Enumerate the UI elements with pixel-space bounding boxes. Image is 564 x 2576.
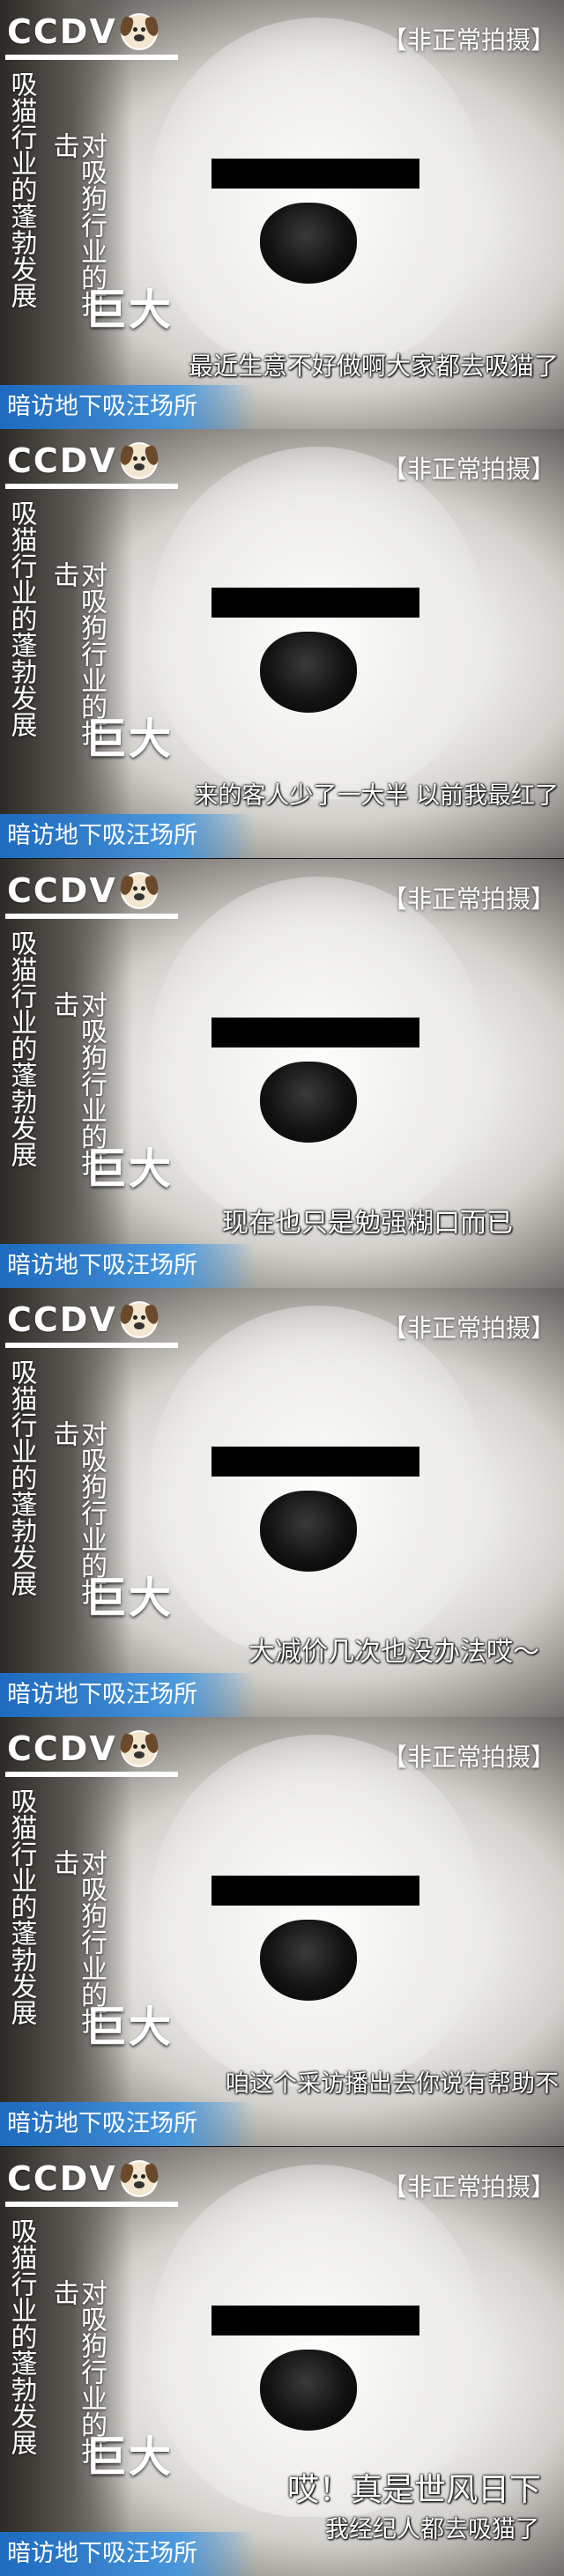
ccdv-logo: CCDV xyxy=(7,1300,160,1339)
dog-nose xyxy=(260,1061,357,1143)
dog-face-icon xyxy=(117,15,160,48)
vertical-caption-left: 吸猫行业的蓬勃发展 xyxy=(5,2217,37,2455)
abnormal-shooting-tag: 【非正常拍摄】 xyxy=(382,1314,555,1343)
ccdv-logo: CCDV xyxy=(7,12,160,51)
ccdv-logo: CCDV xyxy=(7,1729,160,1769)
dog-head xyxy=(150,18,485,370)
subtitle-line-2: 我经纪人都去吸猫了 xyxy=(325,2515,539,2543)
bottom-caption-bar: 暗访地下吸汪场所 xyxy=(0,2102,256,2147)
censor-bar xyxy=(212,1447,419,1477)
video-frame-panel-1: CCDV 【非正常拍摄】 吸猫行业的蓬勃发展 对吸狗行业的打击 巨大 最近生意不… xyxy=(0,0,564,429)
big-label: 巨大 xyxy=(85,1144,174,1194)
vertical-caption-left: 吸猫行业的蓬勃发展 xyxy=(5,70,37,308)
censor-bar xyxy=(212,1876,419,1906)
logo-underline xyxy=(5,1772,178,1778)
logo-text: CCDV xyxy=(7,870,117,910)
ccdv-logo: CCDV xyxy=(7,870,160,910)
dog-head xyxy=(150,1735,485,2088)
dog-head xyxy=(150,876,485,1229)
vertical-caption-left: 吸猫行业的蓬勃发展 xyxy=(5,500,37,738)
video-frame-panel-3: CCDV 【非正常拍摄】 吸猫行业的蓬勃发展 对吸狗行业的打击 巨大 现在也只是… xyxy=(0,858,564,1288)
big-label: 巨大 xyxy=(85,285,174,335)
abnormal-shooting-tag: 【非正常拍摄】 xyxy=(382,1743,555,1773)
dog-nose xyxy=(260,1491,357,1572)
logo-text: CCDV xyxy=(7,12,117,51)
dog-nose xyxy=(260,203,357,284)
bottom-caption-bar: 暗访地下吸汪场所 xyxy=(0,1673,256,1717)
censor-bar xyxy=(212,588,419,618)
subtitle-line-1: 大减价几次也没办法哎～ xyxy=(249,1637,539,1668)
dog-face-icon xyxy=(117,444,160,478)
logo-text: CCDV xyxy=(7,1300,117,1339)
logo-underline xyxy=(5,55,178,60)
video-frame-panel-4: CCDV 【非正常拍摄】 吸猫行业的蓬勃发展 对吸狗行业的打击 巨大 大减价几次… xyxy=(0,1288,564,1717)
subtitle-line-1: 来的客人少了一大半 以前我最红了 xyxy=(194,782,559,811)
bottom-caption-bar: 暗访地下吸汪场所 xyxy=(0,814,256,859)
dog-nose xyxy=(260,632,357,714)
vertical-caption-left: 吸猫行业的蓬勃发展 xyxy=(5,1358,37,1596)
meme-strip: CCDV 【非正常拍摄】 吸猫行业的蓬勃发展 对吸狗行业的打击 巨大 最近生意不… xyxy=(0,0,564,2576)
dog-face-icon xyxy=(117,2161,160,2195)
video-frame-panel-6: CCDV 【非正常拍摄】 吸猫行业的蓬勃发展 对吸狗行业的打击 巨大 哎！真是世… xyxy=(0,2146,564,2576)
subtitle-line-1: 咱这个采访播出去你说有帮助不 xyxy=(226,2070,559,2099)
logo-underline xyxy=(5,2201,178,2207)
video-frame-panel-2: CCDV 【非正常拍摄】 吸猫行业的蓬勃发展 对吸狗行业的打击 巨大 来的客人少… xyxy=(0,429,564,859)
abnormal-shooting-tag: 【非正常拍摄】 xyxy=(382,884,555,914)
subtitle-line-1: 最近生意不好做啊大家都去吸猫了 xyxy=(188,352,559,381)
bottom-caption-bar: 暗访地下吸汪场所 xyxy=(0,2531,256,2576)
abnormal-shooting-tag: 【非正常拍摄】 xyxy=(382,26,555,55)
censor-bar xyxy=(212,1017,419,1047)
dog-head xyxy=(150,1306,485,1658)
logo-underline xyxy=(5,1343,178,1348)
big-label: 巨大 xyxy=(85,2432,174,2482)
ccdv-logo: CCDV xyxy=(7,2158,160,2198)
abnormal-shooting-tag: 【非正常拍摄】 xyxy=(382,455,555,485)
logo-underline xyxy=(5,484,178,490)
dog-nose xyxy=(260,1920,357,2002)
bottom-caption-bar: 暗访地下吸汪场所 xyxy=(0,385,256,429)
logo-text: CCDV xyxy=(7,1729,117,1769)
big-label: 巨大 xyxy=(85,714,174,765)
vertical-caption-left: 吸猫行业的蓬勃发展 xyxy=(5,1788,37,2026)
logo-text: CCDV xyxy=(7,441,117,481)
dog-face-icon xyxy=(117,873,160,907)
subtitle-line-1: 哎！真是世风日下 xyxy=(286,2471,541,2508)
bottom-caption-bar: 暗访地下吸汪场所 xyxy=(0,1243,256,1288)
dog-face-icon xyxy=(117,1303,160,1336)
ccdv-logo: CCDV xyxy=(7,441,160,481)
abnormal-shooting-tag: 【非正常拍摄】 xyxy=(382,2172,555,2202)
subtitle-line-1: 现在也只是勉强糊口而已 xyxy=(222,1207,513,1239)
logo-underline xyxy=(5,913,178,919)
big-label: 巨大 xyxy=(85,1573,174,1623)
censor-bar xyxy=(212,159,419,189)
logo-text: CCDV xyxy=(7,2158,117,2198)
censor-bar xyxy=(212,2305,419,2335)
dog-face-icon xyxy=(117,1732,160,1766)
big-label: 巨大 xyxy=(85,2002,174,2053)
video-frame-panel-5: CCDV 【非正常拍摄】 吸猫行业的蓬勃发展 对吸狗行业的打击 巨大 咱这个采访… xyxy=(0,1717,564,2147)
vertical-caption-left: 吸猫行业的蓬勃发展 xyxy=(5,929,37,1167)
dog-head xyxy=(150,447,485,800)
dog-nose xyxy=(260,2349,357,2431)
